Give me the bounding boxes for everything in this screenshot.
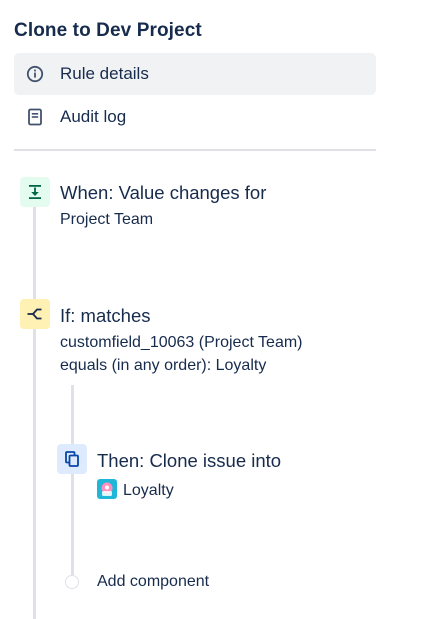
branch-rail [71,385,74,575]
divider [14,149,376,151]
rule-title: Clone to Dev Project [14,20,202,41]
add-component-button[interactable]: Add component [97,573,209,591]
condition-title[interactable]: If: matches [60,305,150,327]
clone-copy-icon[interactable] [57,444,87,474]
nav-label-rule-details: Rule details [60,64,149,83]
nav-label-audit-log: Audit log [60,107,127,126]
trigger-title[interactable]: When: Value changes for [60,182,266,204]
action-project-label: Loyalty [123,482,174,499]
condition-value: equals (in any order): Loyalty [60,357,267,374]
action-title[interactable]: Then: Clone issue into [97,450,281,472]
trigger-download-icon[interactable] [20,177,50,207]
info-icon [24,63,46,85]
nav-audit-log[interactable]: Audit log [14,96,376,138]
project-avatar-icon [97,479,117,499]
main-rail [33,204,36,619]
branch-condition-icon[interactable] [20,299,50,329]
action-project: Loyalty [97,479,174,500]
nav-rule-details[interactable]: Rule details [14,53,376,95]
condition-field: customfield_10063 (Project Team) [60,334,303,351]
add-component-dot[interactable] [65,575,79,589]
document-icon [24,106,46,128]
trigger-detail: Project Team [60,211,154,228]
